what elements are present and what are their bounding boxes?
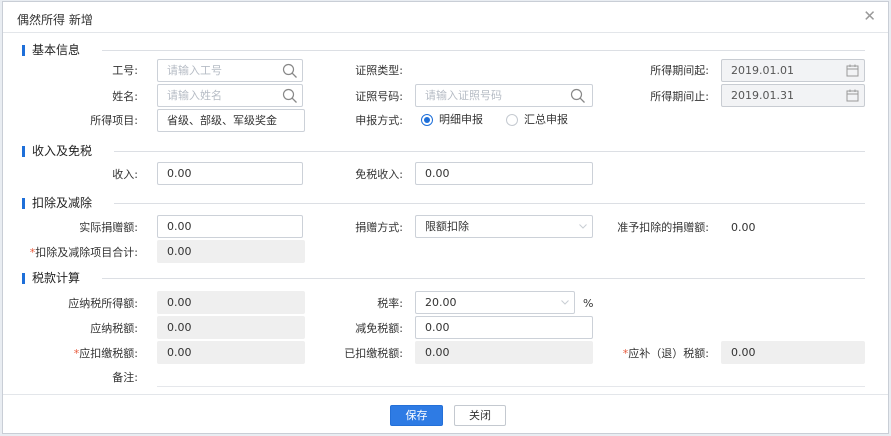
tax-already-paid-field: 0.00: [415, 341, 593, 364]
radio-dot[interactable]: [421, 114, 433, 126]
calendar-icon[interactable]: [846, 64, 859, 77]
tax-withheld-label-text: 应扣缴税额:: [79, 347, 138, 360]
section-divider: [102, 50, 865, 51]
id-number-placeholder: 请输入证照号码: [425, 89, 502, 102]
period-end-label: 所得期间止:: [650, 90, 709, 103]
section-divider: [102, 278, 865, 279]
total-deduction-value: 0.00: [167, 245, 192, 258]
actual-donation-value: 0.00: [167, 220, 192, 233]
chevron-down-icon[interactable]: [578, 221, 588, 231]
close-icon[interactable]: ✕: [863, 8, 876, 24]
actual-donation-input[interactable]: 0.00: [157, 215, 303, 238]
income-input[interactable]: 0.00: [157, 162, 303, 185]
tax-rate-select[interactable]: 20.00: [415, 291, 575, 314]
donation-method-value: 限额扣除: [425, 220, 469, 233]
income-item-select[interactable]: 省级、部级、军级奖金: [157, 109, 305, 132]
tax-already-paid-label: 已扣缴税额:: [344, 347, 403, 360]
tax-payable-label: 应纳税额:: [90, 322, 138, 335]
period-end-value: 2019.01.31: [731, 89, 794, 102]
percent-unit: %: [583, 297, 594, 310]
remark-input[interactable]: [157, 386, 865, 387]
search-icon[interactable]: [570, 88, 586, 104]
taxable-income-label: 应纳税所得额:: [68, 297, 138, 310]
allowed-donation-label: 准予扣除的捐赠额:: [617, 221, 709, 234]
donation-method-select[interactable]: 限额扣除: [415, 215, 593, 238]
total-deduction-label-text: 扣除及减除项目合计:: [35, 246, 138, 259]
tax-already-paid-value: 0.00: [425, 346, 450, 359]
name-input[interactable]: 请输入姓名: [157, 84, 303, 107]
dialog-footer: 保存 关闭: [3, 394, 888, 434]
section-title: 基本信息: [32, 43, 81, 57]
tax-refund-label: *应补（退）税额:: [593, 347, 709, 361]
period-end-date[interactable]: 2019.01.31: [721, 84, 865, 107]
section-title: 税款计算: [32, 271, 81, 285]
dialog-title: 偶然所得 新增: [17, 13, 93, 27]
save-button[interactable]: 保存: [390, 405, 443, 426]
search-icon[interactable]: [282, 88, 298, 104]
section-tax-calculation: 税款计算: [17, 270, 877, 286]
search-icon[interactable]: [282, 63, 298, 79]
id-number-label: 证照号码:: [355, 90, 403, 103]
id-type-label: 证照类型:: [355, 64, 403, 77]
period-start-label: 所得期间起:: [650, 64, 709, 77]
tax-free-income-input[interactable]: 0.00: [415, 162, 593, 185]
tax-reduction-input[interactable]: 0.00: [415, 316, 593, 339]
name-placeholder: 请输入姓名: [167, 89, 222, 102]
employee-id-input[interactable]: 请输入工号: [157, 59, 303, 82]
section-deduction: 扣除及减除: [17, 195, 877, 211]
actual-donation-label: 实际捐赠额:: [79, 221, 138, 234]
donation-method-label: 捐赠方式:: [355, 221, 403, 234]
section-divider: [114, 203, 865, 204]
section-divider: [114, 151, 865, 152]
close-button[interactable]: 关闭: [454, 405, 506, 426]
dialog-titlebar: 偶然所得 新增 ✕: [3, 2, 888, 33]
tax-refund-field: 0.00: [721, 341, 865, 364]
income-value: 0.00: [167, 167, 192, 180]
period-start-date[interactable]: 2019.01.01: [721, 59, 865, 82]
tax-reduction-value: 0.00: [425, 321, 450, 334]
tax-reduction-label: 减免税额:: [355, 322, 403, 335]
radio-dot[interactable]: [506, 114, 518, 126]
remark-label: 备注:: [112, 371, 138, 384]
tax-payable-value: 0.00: [167, 321, 192, 334]
section-basic-info: 基本信息: [17, 42, 877, 58]
tax-rate-value: 20.00: [425, 296, 457, 309]
tax-free-income-label: 免税收入:: [355, 168, 403, 181]
tax-withheld-label: *应扣缴税额:: [43, 347, 138, 361]
section-title: 收入及免税: [32, 144, 93, 158]
income-item-value: 省级、部级、军级奖金: [167, 114, 277, 127]
calendar-icon[interactable]: [846, 89, 859, 102]
taxable-income-field: 0.00: [157, 291, 305, 314]
tax-free-income-value: 0.00: [425, 167, 450, 180]
section-marker: [22, 146, 25, 157]
income-item-label: 所得项目:: [90, 114, 138, 127]
id-number-input[interactable]: 请输入证照号码: [415, 84, 593, 107]
taxable-income-value: 0.00: [167, 296, 192, 309]
radio-label: 明细申报: [439, 113, 483, 126]
add-dialog: 偶然所得 新增 ✕ 基本信息 工号: 请输入工号 姓名: 请输入姓名 所得项目:…: [2, 1, 889, 434]
allowed-donation-value: 0.00: [731, 221, 756, 234]
period-start-value: 2019.01.01: [731, 64, 794, 77]
employee-id-placeholder: 请输入工号: [167, 64, 222, 77]
name-label: 姓名:: [112, 90, 138, 103]
total-deduction-label: *扣除及减除项目合计:: [9, 246, 138, 260]
section-marker: [22, 198, 25, 209]
radio-label: 汇总申报: [524, 113, 568, 126]
tax-refund-label-text: 应补（退）税额:: [628, 347, 709, 360]
section-marker: [22, 45, 25, 56]
section-title: 扣除及减除: [32, 196, 93, 210]
tax-withheld-field: 0.00: [157, 341, 305, 364]
tax-rate-label: 税率:: [377, 297, 403, 310]
tax-payable-field: 0.00: [157, 316, 305, 339]
section-income: 收入及免税: [17, 143, 877, 159]
report-method-label: 申报方式:: [355, 114, 403, 127]
employee-id-label: 工号:: [112, 64, 138, 77]
tax-withheld-value: 0.00: [167, 346, 192, 359]
chevron-down-icon[interactable]: [560, 297, 570, 307]
income-label: 收入:: [112, 168, 138, 181]
tax-refund-value: 0.00: [731, 346, 756, 359]
section-marker: [22, 273, 25, 284]
total-deduction-field: 0.00: [157, 240, 305, 263]
